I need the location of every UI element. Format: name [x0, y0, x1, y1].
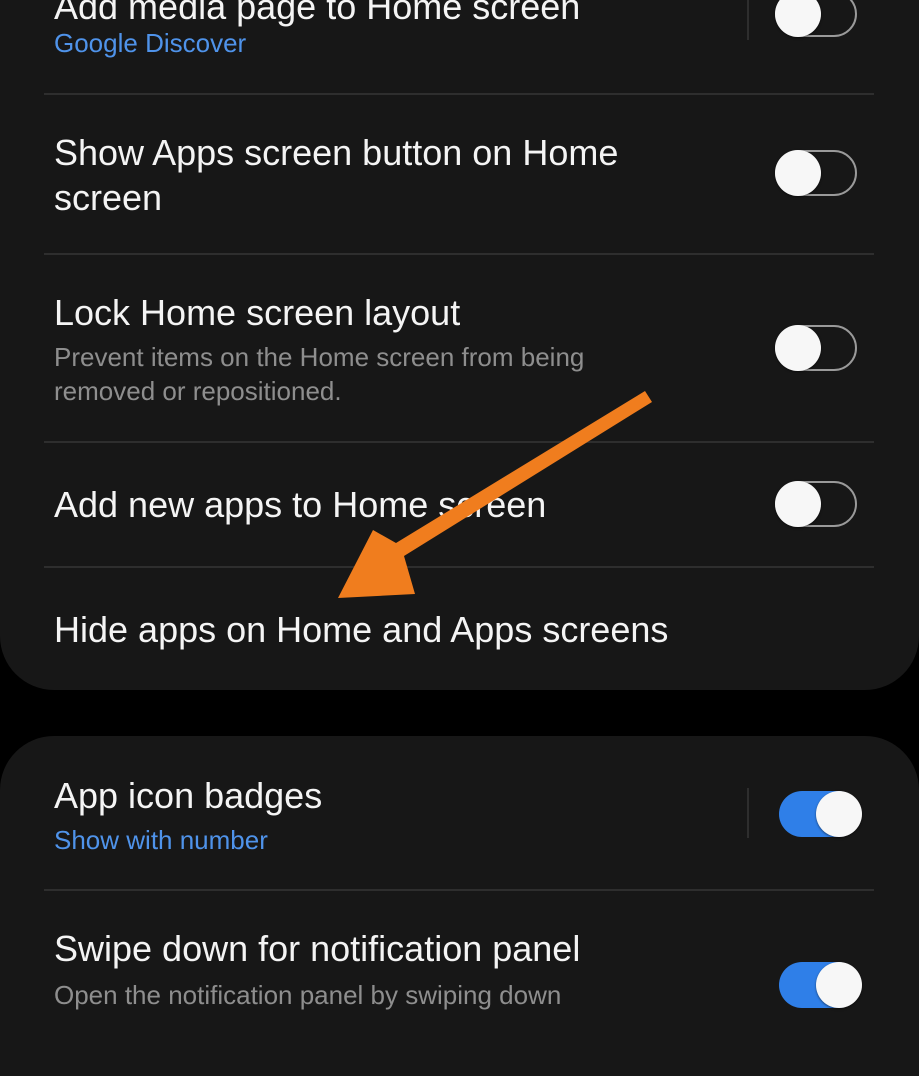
setting-title: App icon badges [54, 775, 323, 816]
app-icon-badges-toggle[interactable] [779, 791, 862, 837]
setting-swipe-down-notification[interactable]: Swipe down for notification panel Open t… [54, 926, 874, 1016]
setting-show-apps-button[interactable]: Show Apps screen button on Home screen [54, 130, 874, 230]
divider [44, 889, 874, 891]
add-media-page-toggle[interactable] [775, 0, 857, 37]
divider [44, 566, 874, 568]
setting-hide-apps[interactable]: Hide apps on Home and Apps screens [54, 607, 874, 657]
swipe-down-notification-toggle[interactable] [779, 962, 862, 1008]
setting-title: Swipe down for notification panel [54, 928, 581, 969]
setting-title: Show Apps screen button on Home screen [54, 132, 619, 218]
toggle-knob [816, 962, 862, 1008]
setting-title: Add new apps to Home screen [54, 484, 547, 525]
setting-lock-layout[interactable]: Lock Home screen layout Prevent items on… [54, 290, 874, 420]
setting-subtitle: Open the notification panel by swiping d… [54, 980, 562, 1010]
divider [44, 93, 874, 95]
add-new-apps-toggle[interactable] [775, 481, 857, 527]
setting-add-new-apps[interactable]: Add new apps to Home screen [54, 482, 874, 532]
vertical-separator [747, 788, 749, 838]
setting-add-media-page[interactable]: Add media page to Home screen Google Dis… [54, 0, 874, 84]
toggle-knob [775, 325, 821, 371]
divider [44, 441, 874, 443]
setting-subtitle: Prevent items on the Home screen from be… [54, 342, 585, 406]
vertical-separator [747, 0, 749, 40]
divider [44, 253, 874, 255]
setting-subtitle: Show with number [54, 825, 268, 855]
toggle-knob [816, 791, 862, 837]
setting-title: Add media page to Home screen [54, 0, 581, 27]
setting-app-icon-badges[interactable]: App icon badges Show with number [54, 773, 874, 863]
setting-title: Lock Home screen layout [54, 292, 461, 333]
lock-layout-toggle[interactable] [775, 325, 857, 371]
toggle-knob [775, 481, 821, 527]
show-apps-button-toggle[interactable] [775, 150, 857, 196]
toggle-knob [775, 150, 821, 196]
setting-subtitle: Google Discover [54, 28, 247, 58]
setting-title: Hide apps on Home and Apps screens [54, 609, 669, 650]
